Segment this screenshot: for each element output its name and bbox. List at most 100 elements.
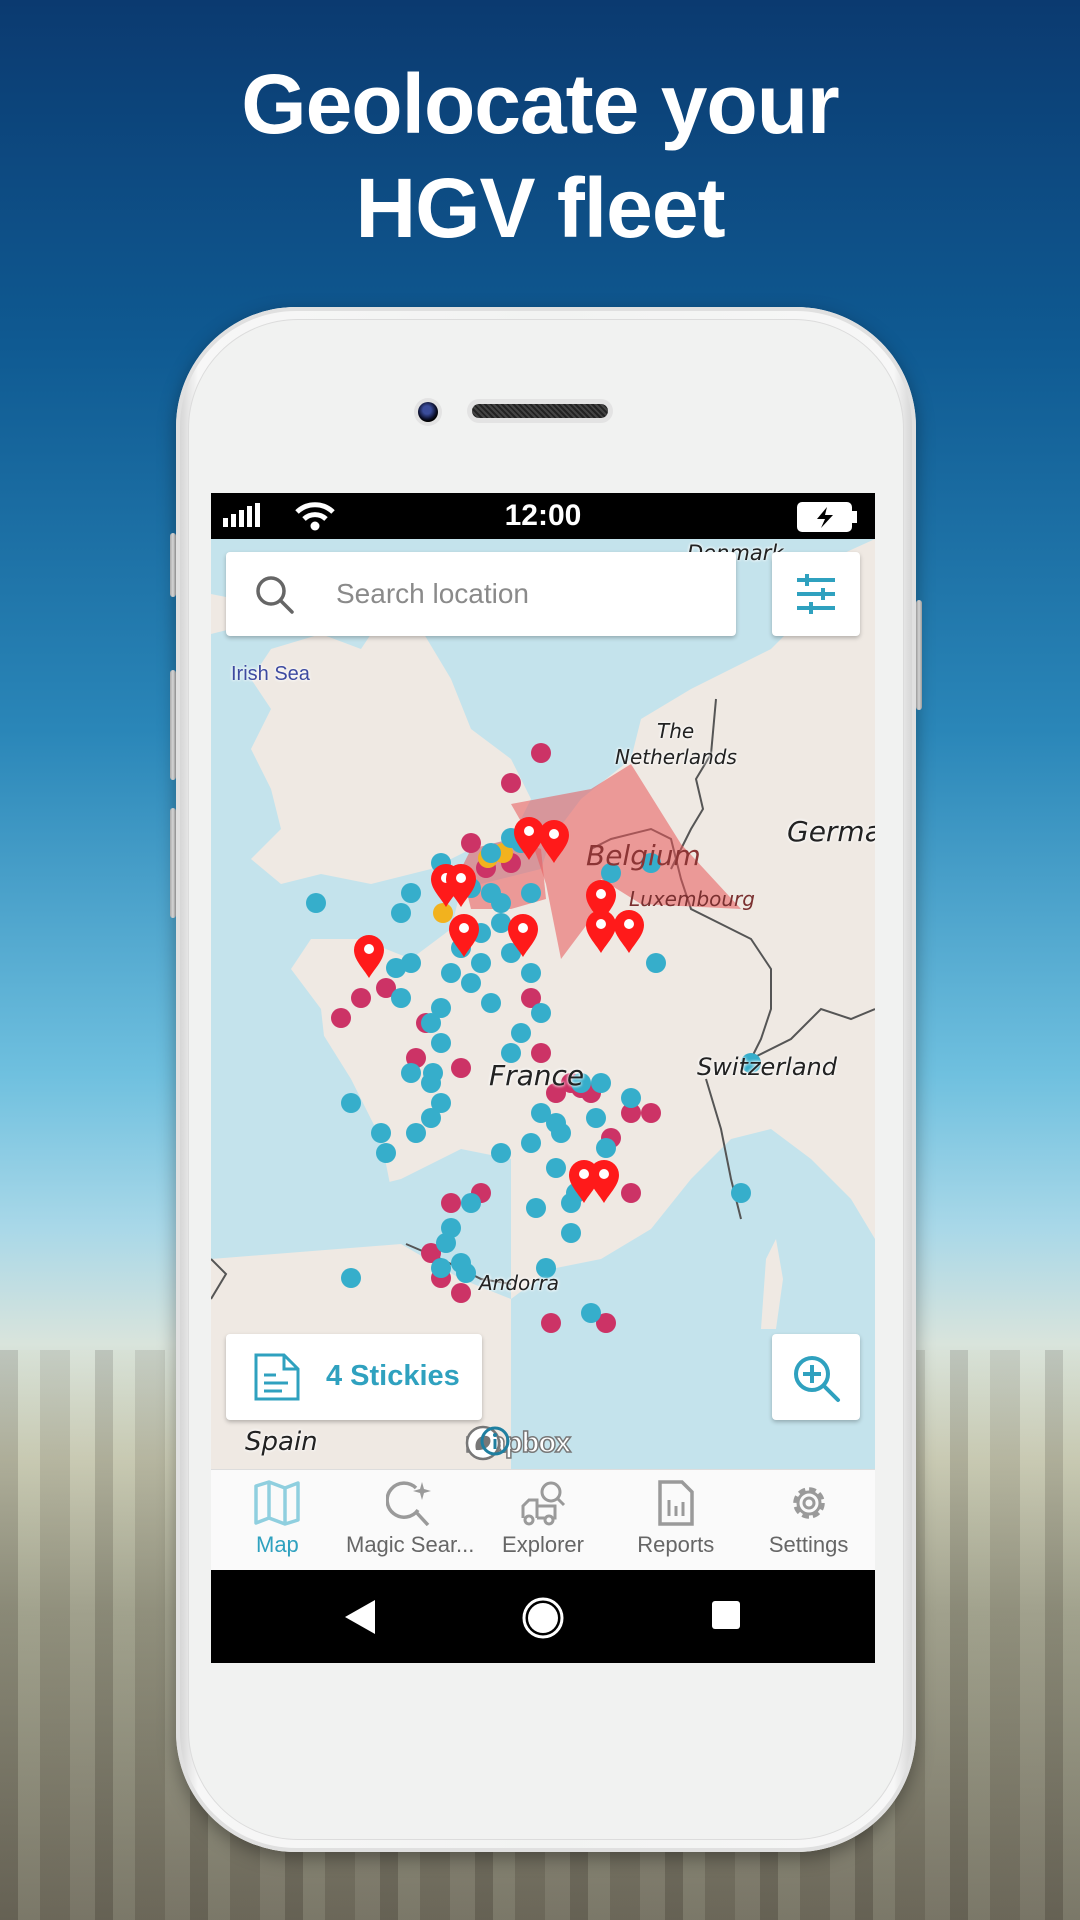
tab-settings-label: Settings [768, 1532, 849, 1557]
vehicle-marker[interactable] [731, 1183, 751, 1203]
vehicle-marker[interactable] [596, 1138, 616, 1158]
alert-marker[interactable] [351, 988, 371, 1008]
vehicle-marker[interactable] [431, 1258, 451, 1278]
warning-marker[interactable] [433, 903, 453, 923]
stickies-label: 4 Stickies [326, 1360, 460, 1392]
vehicle-marker[interactable] [431, 998, 451, 1018]
search-input[interactable]: Search location [336, 578, 529, 610]
vehicle-marker[interactable] [531, 1003, 551, 1023]
tab-reports[interactable]: Reports [609, 1470, 742, 1570]
map-view[interactable]: Denmark Kingdom Irish Sea The Netherland… [211, 539, 875, 1469]
vehicle-marker[interactable] [391, 988, 411, 1008]
alert-marker[interactable] [621, 1183, 641, 1203]
tab-magic-search-label: Magic Sear... [346, 1532, 475, 1557]
stickies-button[interactable]: 4 Stickies [226, 1334, 482, 1420]
vehicle-marker[interactable] [521, 1133, 541, 1153]
vehicle-marker[interactable] [586, 1108, 606, 1128]
vehicle-marker[interactable] [581, 1303, 601, 1323]
bottom-tab-bar: Map Magic Sear... Explorer Reports Setti… [211, 1469, 875, 1570]
tab-magic-search[interactable]: Magic Sear... [344, 1470, 477, 1570]
vehicle-marker[interactable] [646, 953, 666, 973]
zoom-in-button[interactable] [772, 1334, 860, 1420]
android-nav-bar [211, 1570, 875, 1663]
vehicle-marker[interactable] [386, 958, 406, 978]
tab-reports-label: Reports [637, 1532, 715, 1557]
alert-marker[interactable] [331, 1008, 351, 1028]
vehicle-marker[interactable] [546, 1113, 566, 1133]
vehicle-marker[interactable] [526, 1198, 546, 1218]
map-canvas[interactable] [211, 539, 875, 1469]
vehicle-marker[interactable] [621, 1088, 641, 1108]
vehicle-marker[interactable] [456, 1263, 476, 1283]
alert-marker[interactable] [531, 743, 551, 763]
vehicle-marker[interactable] [511, 1023, 531, 1043]
recents-icon[interactable] [711, 1600, 741, 1630]
map-label-andorra: Andorra [479, 1271, 559, 1295]
alert-pin-center [456, 873, 466, 883]
vehicle-marker[interactable] [521, 963, 541, 983]
headline: Geolocate your HGV fleet [0, 52, 1080, 260]
vehicle-marker[interactable] [341, 1268, 361, 1288]
back-icon[interactable] [343, 1598, 377, 1636]
mapbox-attribution[interactable]: mapbox [464, 1425, 572, 1461]
sliders-icon [797, 574, 835, 614]
headline-line-2: HGV fleet [355, 161, 725, 255]
vehicle-marker[interactable] [491, 893, 511, 913]
document-icon [254, 1353, 300, 1401]
headline-line-1: Geolocate your [241, 57, 840, 151]
search-bar[interactable]: Search location [226, 552, 736, 636]
alert-pin-center [579, 1169, 589, 1179]
map-label-spain: Spain [245, 1427, 318, 1457]
magic-search-icon [386, 1481, 432, 1526]
alert-pin-center [599, 1169, 609, 1179]
vehicle-marker[interactable] [521, 883, 541, 903]
vehicle-marker[interactable] [376, 1143, 396, 1163]
alert-marker[interactable] [641, 1103, 661, 1123]
vehicle-marker[interactable] [471, 953, 491, 973]
alert-pin-center [524, 826, 534, 836]
vehicle-marker[interactable] [491, 1143, 511, 1163]
tab-settings[interactable]: Settings [742, 1470, 875, 1570]
vehicle-marker[interactable] [491, 913, 511, 933]
tab-explorer[interactable]: Explorer [477, 1470, 610, 1570]
alert-pin-center [549, 829, 559, 839]
vehicle-marker[interactable] [431, 1093, 451, 1113]
vehicle-marker[interactable] [591, 1073, 611, 1093]
filter-button[interactable] [772, 552, 860, 636]
vehicle-marker[interactable] [461, 1193, 481, 1213]
alert-pin-center [624, 919, 634, 929]
phone-screen: 12:00 Irish Sea The Netherlands Germ Bel… [211, 493, 875, 1663]
vehicle-marker[interactable] [481, 843, 501, 863]
map-label-belgium: Belgium [586, 839, 701, 872]
vehicle-marker[interactable] [371, 1123, 391, 1143]
vehicle-marker[interactable] [401, 1063, 421, 1083]
alert-marker[interactable] [541, 1313, 561, 1333]
vehicle-marker[interactable] [421, 1073, 441, 1093]
vehicle-marker[interactable] [306, 893, 326, 913]
vehicle-marker[interactable] [431, 1033, 451, 1053]
alert-marker[interactable] [501, 773, 521, 793]
vehicle-marker[interactable] [436, 1233, 456, 1253]
clock: 12:00 [504, 499, 582, 532]
vehicle-marker[interactable] [441, 963, 461, 983]
vehicle-marker[interactable] [406, 1123, 426, 1143]
tab-map-label: Map [256, 1532, 299, 1557]
phone-power-button [916, 600, 922, 710]
vehicle-marker[interactable] [401, 883, 421, 903]
alert-marker[interactable] [451, 1058, 471, 1078]
vehicle-marker[interactable] [546, 1158, 566, 1178]
alert-marker[interactable] [461, 833, 481, 853]
alert-marker[interactable] [441, 1193, 461, 1213]
info-icon[interactable] [479, 1425, 511, 1457]
tab-map[interactable]: Map [211, 1470, 344, 1570]
vehicle-marker[interactable] [561, 1223, 581, 1243]
map-label-luxembourg: Luxembourg [629, 887, 755, 911]
report-icon [658, 1480, 694, 1526]
earpiece-speaker [472, 404, 608, 418]
alert-marker[interactable] [451, 1283, 471, 1303]
vehicle-marker[interactable] [481, 993, 501, 1013]
vehicle-marker[interactable] [391, 903, 411, 923]
vehicle-marker[interactable] [461, 973, 481, 993]
vehicle-marker[interactable] [341, 1093, 361, 1113]
home-icon[interactable] [521, 1596, 565, 1640]
